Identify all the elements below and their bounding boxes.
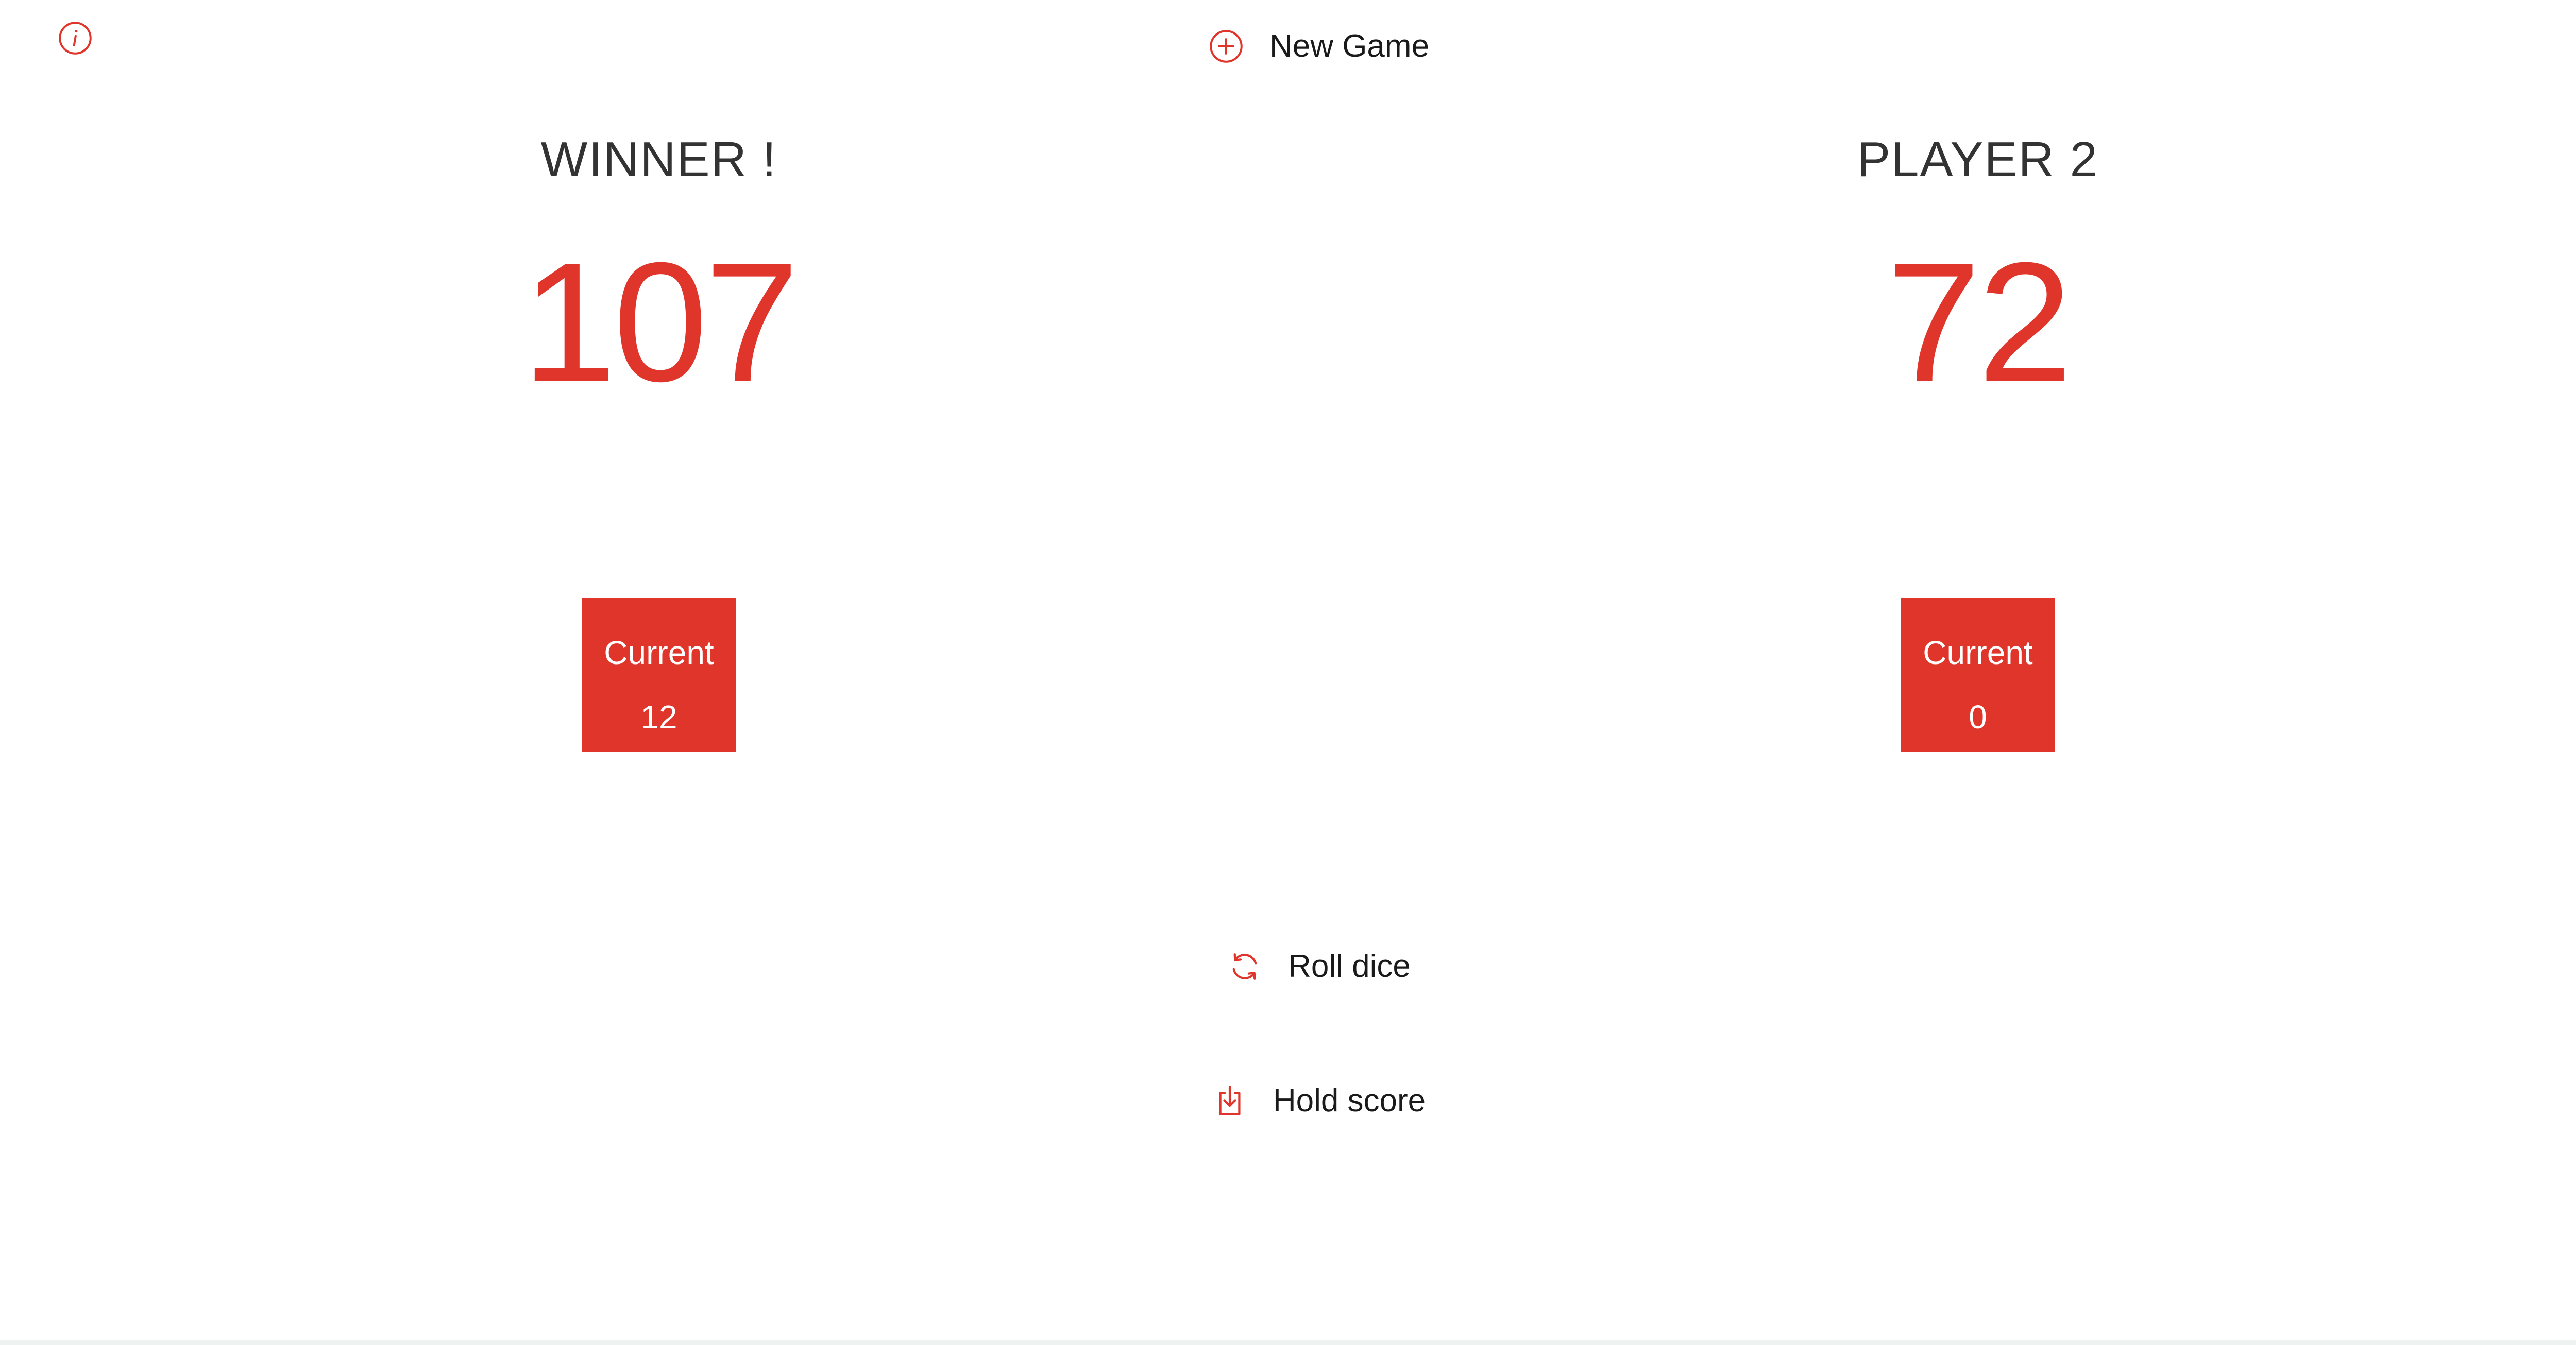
player-2-current-box: Current 0 <box>1901 598 2055 752</box>
player-1-current-box: Current 12 <box>582 598 736 752</box>
roll-dice-label: Roll dice <box>1288 948 1411 984</box>
player-2-score: 72 <box>1886 227 2072 417</box>
bottom-edge <box>0 1340 2576 1345</box>
hold-score-button[interactable]: Hold score <box>0 1082 2576 1119</box>
player-1-current-label: Current <box>604 634 714 671</box>
plus-circle-icon <box>1209 29 1244 64</box>
player-2-current-label: Current <box>1923 634 2033 671</box>
new-game-label: New Game <box>1269 28 1430 64</box>
refresh-icon <box>1227 949 1262 984</box>
game-app: New Game WINNER ! 107 Current 12 PLAYER … <box>0 0 2576 1345</box>
hold-score-label: Hold score <box>1273 1083 1426 1118</box>
player-1-current-score: 12 <box>640 699 677 736</box>
roll-dice-button[interactable]: Roll dice <box>0 948 2576 984</box>
download-box-icon <box>1212 1083 1247 1118</box>
player-1-score: 107 <box>521 227 800 417</box>
player-2-name: PLAYER 2 <box>1857 132 2098 187</box>
player-1-name: WINNER ! <box>540 132 777 187</box>
player-2-current-score: 0 <box>1969 699 1987 736</box>
new-game-button[interactable]: New Game <box>0 28 2576 64</box>
